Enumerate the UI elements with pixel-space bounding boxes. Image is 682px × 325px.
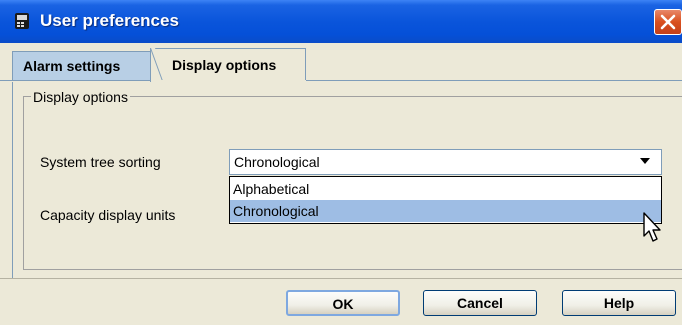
sort-dropdown-list: Alphabetical Chronological bbox=[229, 176, 662, 224]
select-value: Chronological bbox=[234, 154, 320, 170]
tab-display-options[interactable]: Display options bbox=[150, 48, 306, 82]
ok-button-label: OK bbox=[332, 296, 354, 312]
user-preferences-window: User preferences Alarm settings Display … bbox=[0, 0, 682, 325]
app-icon bbox=[15, 13, 29, 29]
cancel-button[interactable]: Cancel bbox=[423, 290, 537, 316]
cancel-button-label: Cancel bbox=[457, 295, 503, 311]
tab-display-options-label: Display options bbox=[172, 57, 277, 73]
ok-button[interactable]: OK bbox=[286, 290, 400, 316]
chevron-down-icon[interactable] bbox=[640, 158, 650, 164]
option-chronological[interactable]: Chronological bbox=[230, 200, 661, 222]
option-alphabetical[interactable]: Alphabetical bbox=[230, 178, 661, 200]
tab-divider bbox=[0, 80, 682, 81]
close-button[interactable] bbox=[654, 9, 682, 35]
tab-alarm-settings[interactable]: Alarm settings bbox=[12, 51, 154, 80]
help-button[interactable]: Help bbox=[562, 290, 676, 316]
close-icon bbox=[660, 14, 676, 30]
system-tree-sorting-select[interactable]: Chronological bbox=[229, 149, 662, 175]
help-button-label: Help bbox=[603, 295, 635, 311]
group-legend: Display options bbox=[31, 89, 130, 105]
window-title: User preferences bbox=[40, 11, 179, 30]
mouse-pointer-icon bbox=[643, 212, 661, 242]
capacity-display-units-label: Capacity display units bbox=[40, 207, 176, 223]
tab-alarm-settings-label: Alarm settings bbox=[23, 58, 121, 74]
system-tree-sorting-label: System tree sorting bbox=[40, 154, 161, 170]
title-bar[interactable]: User preferences bbox=[0, 0, 682, 43]
